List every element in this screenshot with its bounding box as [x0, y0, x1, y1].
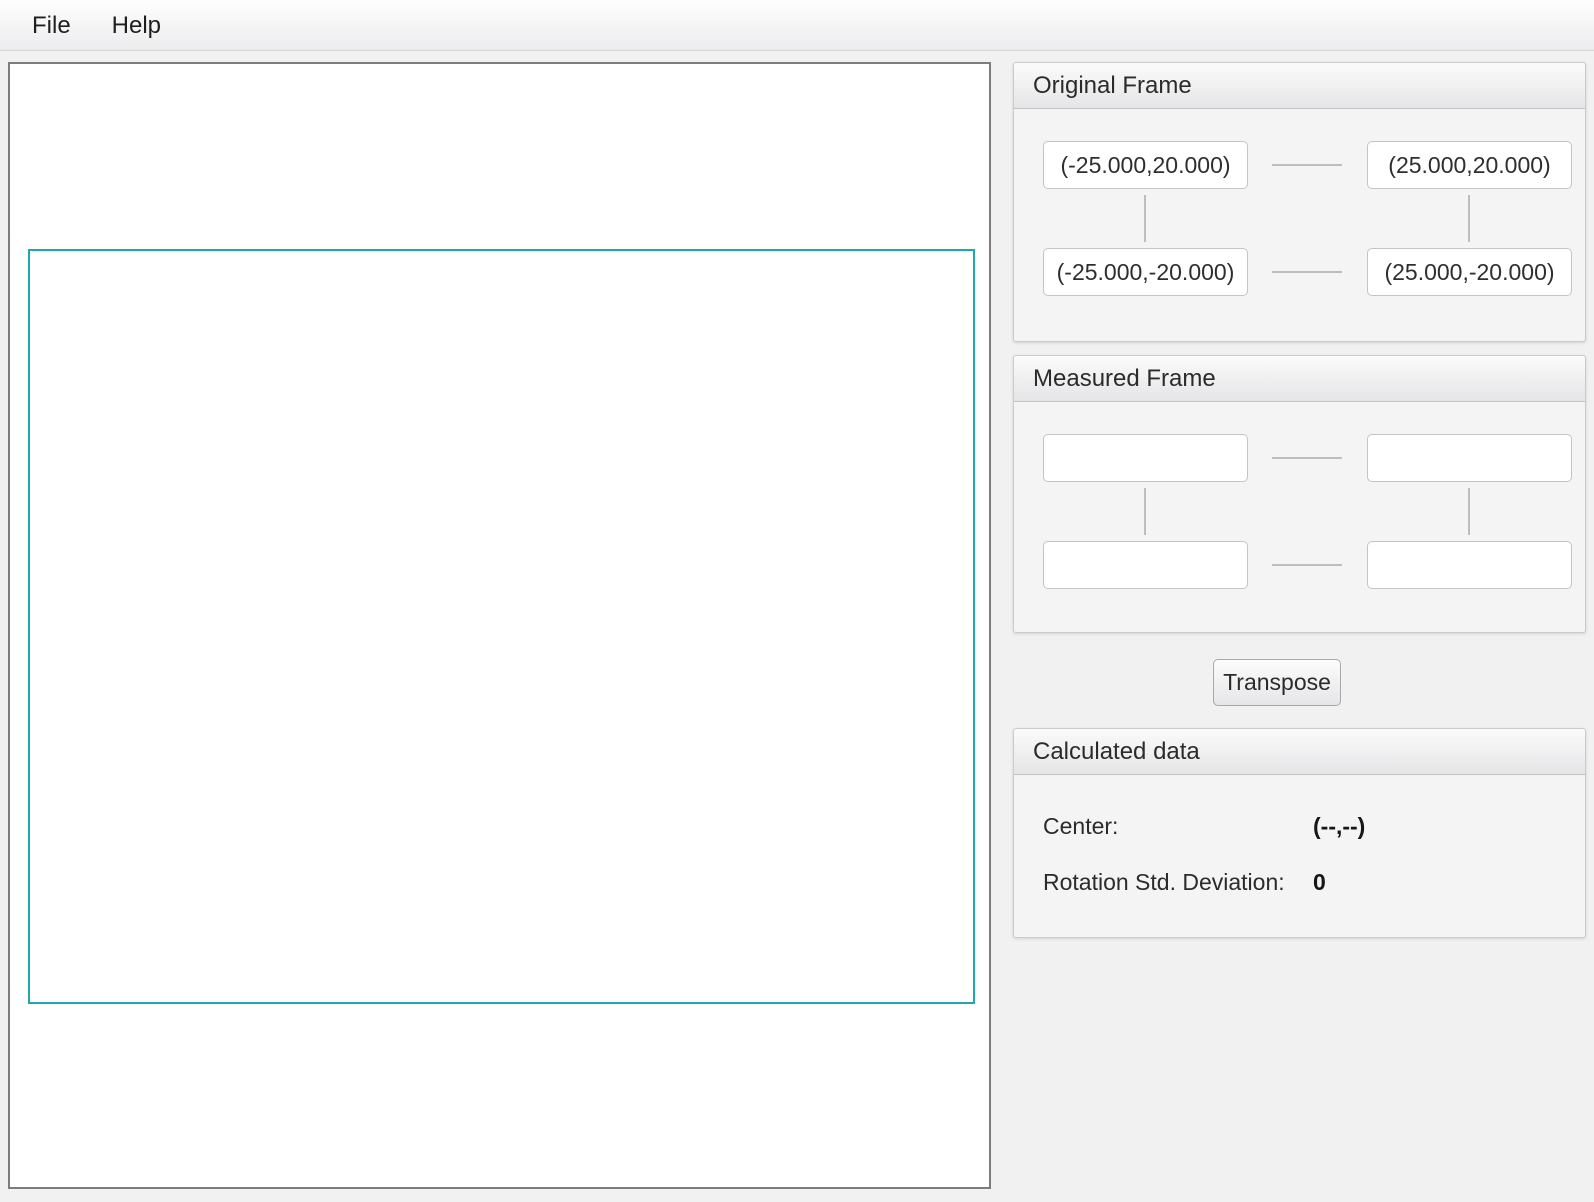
rotation-std-deviation-label: Rotation Std. Deviation:: [1043, 869, 1285, 895]
original-frame-title: Original Frame: [1033, 71, 1192, 99]
measured-frame-title: Measured Frame: [1033, 364, 1216, 392]
connector-line-bottom: [1272, 271, 1342, 273]
menu-help[interactable]: Help: [112, 0, 161, 51]
connector-line-right: [1468, 488, 1470, 535]
drawing-canvas[interactable]: [8, 62, 991, 1189]
original-frame-group: Original Frame: [1013, 62, 1586, 342]
menu-bar: File Help: [0, 0, 1594, 51]
connector-line-top: [1272, 457, 1342, 459]
rotation-std-deviation-value: 0: [1313, 869, 1326, 895]
transpose-button[interactable]: Transpose: [1213, 659, 1341, 706]
original-bottom-right-field[interactable]: [1367, 248, 1572, 296]
measured-top-left-field[interactable]: [1043, 434, 1248, 482]
menu-file[interactable]: File: [32, 0, 71, 51]
calculated-data-group: Calculated data Center: (--,--) Rotation…: [1013, 728, 1586, 938]
frame-rectangle: [28, 249, 975, 1004]
app-window: File Help Original Frame Measured Frame: [0, 0, 1594, 1202]
connector-line-top: [1272, 164, 1342, 166]
original-bottom-left-field[interactable]: [1043, 248, 1248, 296]
connector-line-right: [1468, 195, 1470, 242]
calculated-data-header: Calculated data: [1014, 729, 1585, 775]
center-value: (--,--): [1313, 813, 1366, 839]
original-frame-header: Original Frame: [1014, 63, 1585, 109]
connector-line-left: [1144, 488, 1146, 535]
measured-top-right-field[interactable]: [1367, 434, 1572, 482]
measured-frame-header: Measured Frame: [1014, 356, 1585, 402]
original-top-right-field[interactable]: [1367, 141, 1572, 189]
connector-line-bottom: [1272, 564, 1342, 566]
original-top-left-field[interactable]: [1043, 141, 1248, 189]
calculated-data-title: Calculated data: [1033, 737, 1200, 765]
connector-line-left: [1144, 195, 1146, 242]
measured-bottom-left-field[interactable]: [1043, 541, 1248, 589]
center-label: Center:: [1043, 813, 1119, 839]
measured-frame-group: Measured Frame: [1013, 355, 1586, 633]
measured-bottom-right-field[interactable]: [1367, 541, 1572, 589]
